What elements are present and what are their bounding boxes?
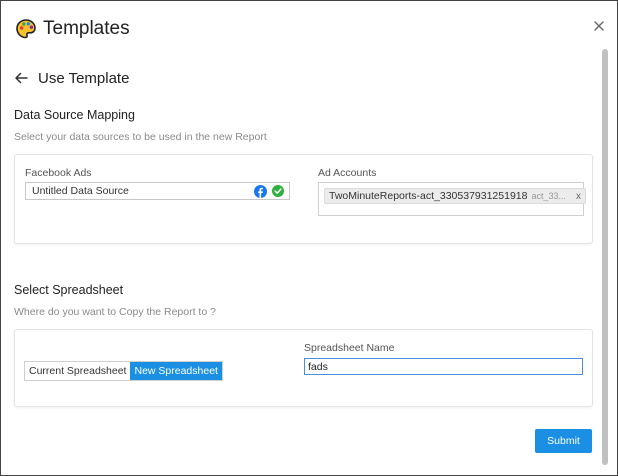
success-check-icon bbox=[272, 185, 284, 197]
spreadsheet-name-input[interactable] bbox=[304, 358, 583, 375]
data-source-value: Untitled Data Source bbox=[32, 185, 129, 197]
dialog-header: Templates bbox=[15, 15, 130, 43]
spreadsheet-toggle: Current Spreadsheet New Spreadsheet bbox=[24, 361, 223, 381]
data-source-card: Facebook Ads Untitled Data Source Ad Acc… bbox=[14, 154, 593, 244]
templates-dialog: Templates Use Template Data Source Mappi… bbox=[0, 0, 618, 476]
ad-accounts-multiselect[interactable]: TwoMinuteReports-act_330537931251918 act… bbox=[318, 182, 587, 216]
remove-chip-button[interactable]: x bbox=[576, 191, 581, 202]
subheader: Use Template bbox=[14, 67, 129, 89]
ad-account-name: TwoMinuteReports-act_330537931251918 bbox=[329, 190, 528, 202]
dialog-title: Templates bbox=[43, 18, 130, 39]
facebook-ads-label: Facebook Ads bbox=[25, 167, 92, 179]
new-spreadsheet-button[interactable]: New Spreadsheet bbox=[130, 362, 222, 380]
data-source-section-title: Data Source Mapping bbox=[14, 108, 135, 122]
ad-accounts-label: Ad Accounts bbox=[318, 167, 377, 179]
subheader-title: Use Template bbox=[38, 69, 130, 87]
data-source-section-subtitle: Select your data sources to be used in t… bbox=[14, 131, 267, 143]
data-source-select[interactable]: Untitled Data Source bbox=[25, 182, 290, 200]
submit-button[interactable]: Submit bbox=[535, 429, 592, 453]
palette-icon bbox=[16, 19, 36, 39]
ad-account-chip: TwoMinuteReports-act_330537931251918 act… bbox=[324, 188, 587, 204]
close-icon[interactable] bbox=[592, 19, 606, 33]
ad-account-id-preview: act_33... bbox=[531, 191, 567, 201]
spreadsheet-section-title: Select Spreadsheet bbox=[14, 283, 124, 297]
spreadsheet-name-label: Spreadsheet Name bbox=[304, 342, 395, 354]
spreadsheet-card: Current Spreadsheet New Spreadsheet Spre… bbox=[14, 329, 593, 407]
facebook-icon bbox=[254, 185, 267, 198]
current-spreadsheet-button[interactable]: Current Spreadsheet bbox=[25, 362, 131, 380]
spreadsheet-section-subtitle: Where do you want to Copy the Report to … bbox=[14, 306, 216, 318]
back-arrow-icon[interactable] bbox=[14, 71, 28, 85]
vertical-scrollbar[interactable] bbox=[602, 49, 608, 465]
